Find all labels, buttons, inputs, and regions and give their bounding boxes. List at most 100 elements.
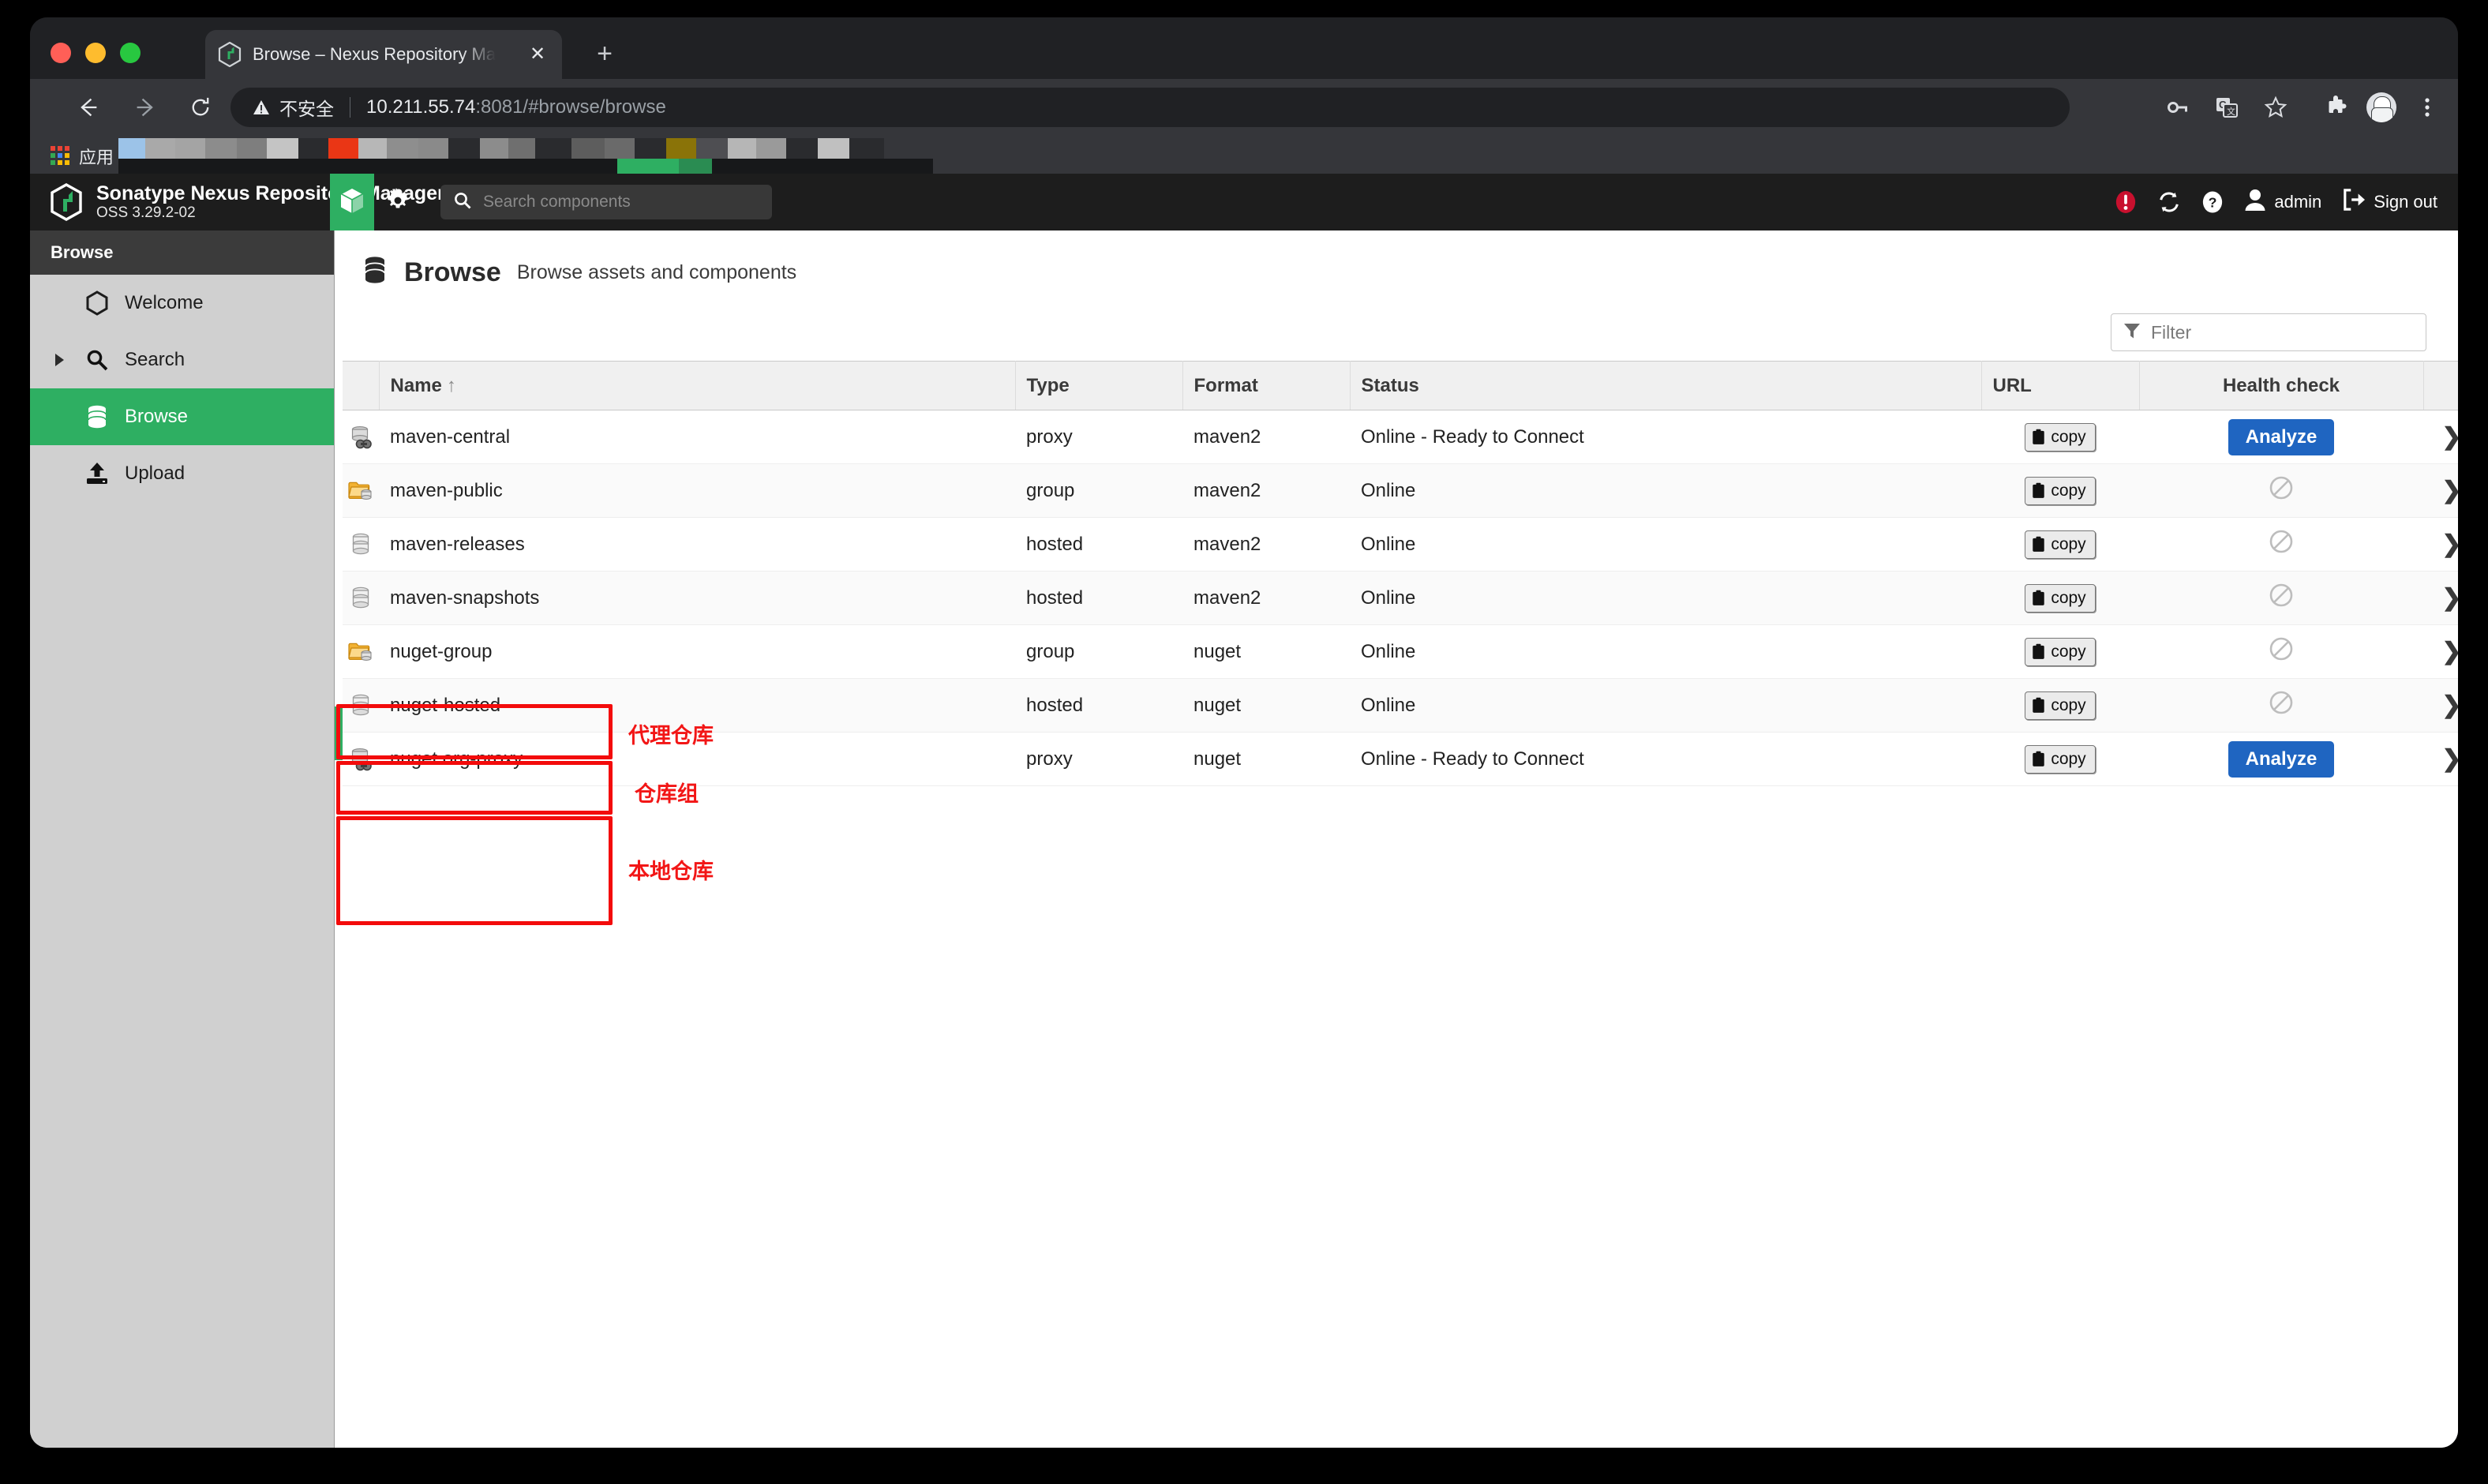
page-header: Browse Browse assets and components: [335, 230, 2458, 290]
cell-health[interactable]: Analyze: [2139, 732, 2423, 786]
col-type[interactable]: Type: [1015, 361, 1183, 410]
table-row[interactable]: maven-releaseshostedmaven2Online copy ❯: [343, 517, 2458, 571]
cell-health[interactable]: [2139, 571, 2423, 625]
cell-health[interactable]: [2139, 517, 2423, 571]
chevron-right-icon[interactable]: [55, 354, 64, 366]
apps-label[interactable]: 应用: [79, 144, 114, 169]
cell-name[interactable]: nuget-group: [379, 624, 1015, 679]
table-row[interactable]: nuget-groupgroupnugetOnline copy ❯: [343, 624, 2458, 679]
cell-url[interactable]: copy: [1981, 624, 2139, 679]
user-account[interactable]: admin: [2244, 188, 2321, 216]
page-viewport: Sonatype Nexus Repository Manager OSS 3.…: [30, 174, 2458, 1448]
row-expand-chevron[interactable]: ❯: [2423, 571, 2458, 625]
analyze-button[interactable]: Analyze: [2228, 418, 2335, 455]
help-icon[interactable]: ?: [2201, 190, 2224, 214]
window-close-button[interactable]: [51, 43, 71, 63]
col-name[interactable]: Name ↑: [379, 361, 1016, 410]
not-secure-label: 不安全: [279, 99, 334, 119]
sidebar-item-welcome[interactable]: Welcome: [30, 275, 334, 332]
row-expand-chevron[interactable]: ❯: [2423, 517, 2458, 571]
cell-health[interactable]: Analyze: [2139, 410, 2423, 464]
table-row[interactable]: maven-snapshotshostedmaven2Online copy ❯: [343, 571, 2458, 625]
tab-strip: Browse – Nexus Repository Ma ✕ +: [30, 17, 2458, 79]
extensions-puzzle-icon[interactable]: [2319, 91, 2352, 124]
not-available-icon: [2269, 475, 2294, 500]
table-row[interactable]: maven-central proxy maven2 Online - Ready t…: [343, 410, 2458, 464]
cell-name[interactable]: maven-releases: [379, 517, 1015, 571]
reload-icon[interactable]: [183, 90, 218, 125]
sidebar-item-upload[interactable]: Upload: [30, 445, 334, 502]
sign-out-button[interactable]: Sign out: [2342, 189, 2437, 215]
filter-input[interactable]: [2151, 321, 2404, 343]
new-tab-button[interactable]: +: [587, 36, 622, 71]
close-icon[interactable]: ✕: [527, 44, 548, 65]
search-components-box[interactable]: [440, 185, 772, 219]
translate-icon[interactable]: G文: [2210, 91, 2243, 124]
sidebar-item-search[interactable]: Search: [30, 332, 334, 388]
col-url[interactable]: URL: [1981, 361, 2140, 410]
profile-avatar[interactable]: [2365, 91, 2398, 124]
apps-grid-icon[interactable]: [51, 146, 69, 165]
copy-url-button[interactable]: copy: [2025, 691, 2096, 720]
cell-name[interactable]: maven-central: [379, 410, 1015, 464]
cell-type: hosted: [1015, 678, 1182, 733]
cell-health[interactable]: [2139, 624, 2423, 679]
col-icon: [343, 361, 380, 410]
cell-url[interactable]: copy: [1981, 678, 2139, 733]
tab-browse[interactable]: [330, 174, 374, 230]
cell-health[interactable]: [2139, 463, 2423, 518]
main-content: Browse Browse assets and components Filt…: [335, 230, 2458, 1448]
sidebar-item-label: Search: [125, 349, 185, 370]
clipboard-icon: [2033, 751, 2045, 766]
refresh-icon[interactable]: [2157, 190, 2181, 214]
copy-url-button[interactable]: copy: [2025, 583, 2096, 613]
browser-tab[interactable]: Browse – Nexus Repository Ma ✕: [205, 30, 562, 79]
cell-url[interactable]: copy: [1981, 463, 2139, 518]
row-expand-chevron[interactable]: ❯: [2423, 463, 2458, 518]
copy-url-button[interactable]: copy: [2025, 744, 2096, 774]
chrome-menu-icon[interactable]: [2411, 91, 2444, 124]
annotation-label-group: 仓库组: [635, 782, 699, 807]
back-icon[interactable]: [71, 90, 106, 125]
row-repo-type-icon: [343, 463, 379, 518]
sidebar-header: Browse: [30, 230, 334, 275]
filter-box[interactable]: [2111, 313, 2426, 351]
cell-name[interactable]: maven-snapshots: [379, 571, 1015, 625]
copy-url-button[interactable]: copy: [2025, 637, 2096, 666]
copy-url-button[interactable]: copy: [2025, 476, 2096, 505]
url-host: 10.211.55.74: [366, 96, 476, 118]
copy-label: copy: [2051, 427, 2086, 446]
col-format[interactable]: Format: [1182, 361, 1351, 410]
cell-url[interactable]: copy: [1981, 410, 2139, 464]
copy-url-button[interactable]: copy: [2025, 422, 2096, 452]
analyze-button[interactable]: Analyze: [2228, 740, 2335, 778]
window-minimize-button[interactable]: [85, 43, 106, 63]
alert-icon[interactable]: [2115, 189, 2137, 215]
table-row[interactable]: maven-publicgroupmaven2Online copy ❯: [343, 463, 2458, 518]
search-input[interactable]: [483, 193, 751, 212]
forward-icon[interactable]: [128, 90, 163, 125]
row-expand-chevron[interactable]: ❯: [2423, 732, 2458, 786]
copy-label: copy: [2051, 695, 2086, 714]
col-health[interactable]: Health check: [2139, 361, 2424, 410]
row-expand-chevron[interactable]: ❯: [2423, 624, 2458, 679]
row-expand-chevron[interactable]: ❯: [2423, 678, 2458, 733]
col-status[interactable]: Status: [1350, 361, 1982, 410]
sidebar-item-label: Upload: [125, 463, 185, 484]
sidebar-item-browse[interactable]: Browse: [30, 388, 334, 445]
window-maximize-button[interactable]: [120, 43, 141, 63]
cell-type: proxy: [1015, 410, 1182, 464]
cell-url[interactable]: copy: [1981, 517, 2139, 571]
cell-name[interactable]: maven-public: [379, 463, 1015, 518]
cell-url[interactable]: copy: [1981, 732, 2139, 786]
cell-url[interactable]: copy: [1981, 571, 2139, 625]
bookmark-star-icon[interactable]: [2259, 91, 2292, 124]
address-bar[interactable]: 不安全 10.211.55.74:8081/#browse/browse: [230, 88, 2070, 127]
copy-url-button[interactable]: copy: [2025, 530, 2096, 559]
clipboard-icon: [2033, 590, 2045, 605]
tab-admin[interactable]: [374, 174, 422, 230]
row-expand-chevron[interactable]: ❯: [2423, 410, 2458, 464]
cell-health[interactable]: [2139, 678, 2423, 733]
key-icon[interactable]: [2161, 91, 2194, 124]
bookmarks-bar: 应用: [30, 136, 2458, 179]
